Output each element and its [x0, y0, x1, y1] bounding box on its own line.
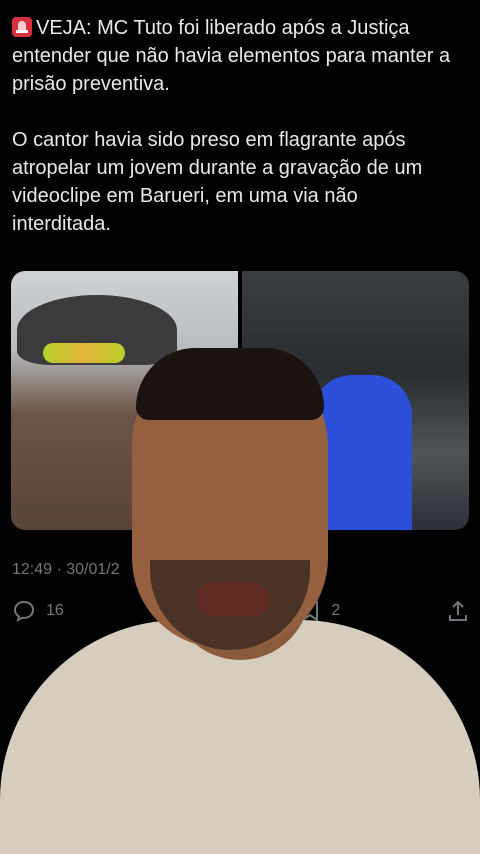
- tweet-actions: 16 2: [12, 598, 470, 624]
- reply-icon: [13, 600, 35, 622]
- tweet-paragraph-1: VEJA: MC Tuto foi liberado após a Justiç…: [12, 14, 472, 98]
- bookmark-count: 2: [331, 602, 341, 619]
- retweet-icon: [171, 601, 192, 621]
- tweet-text: VEJA: MC Tuto foi liberado após a Justiç…: [12, 14, 472, 238]
- tweet-media[interactable]: [11, 271, 469, 530]
- reply-button[interactable]: 16: [12, 599, 64, 623]
- bookmark-button[interactable]: 2: [299, 599, 340, 623]
- tweet-paragraph-1-text: VEJA: MC Tuto foi liberado após a Justiç…: [12, 17, 451, 95]
- photo-singer-jersey[interactable]: [242, 271, 469, 530]
- siren-icon: [12, 17, 32, 37]
- jersey-shape: [312, 375, 412, 530]
- tweet-paragraph-2: O cantor havia sido preso em flagrante a…: [12, 129, 423, 235]
- presenter-shirt: [0, 620, 480, 854]
- reply-count: 16: [46, 602, 64, 619]
- share-button[interactable]: [446, 599, 470, 623]
- retweet-button[interactable]: [170, 599, 194, 623]
- sunglasses-shape: [43, 343, 125, 363]
- share-icon: [449, 600, 467, 621]
- photo-singer-hat[interactable]: [11, 271, 238, 530]
- bookmark-icon: [302, 601, 319, 622]
- tweet-timestamp[interactable]: 12:49 · 30/01/2: [12, 561, 120, 579]
